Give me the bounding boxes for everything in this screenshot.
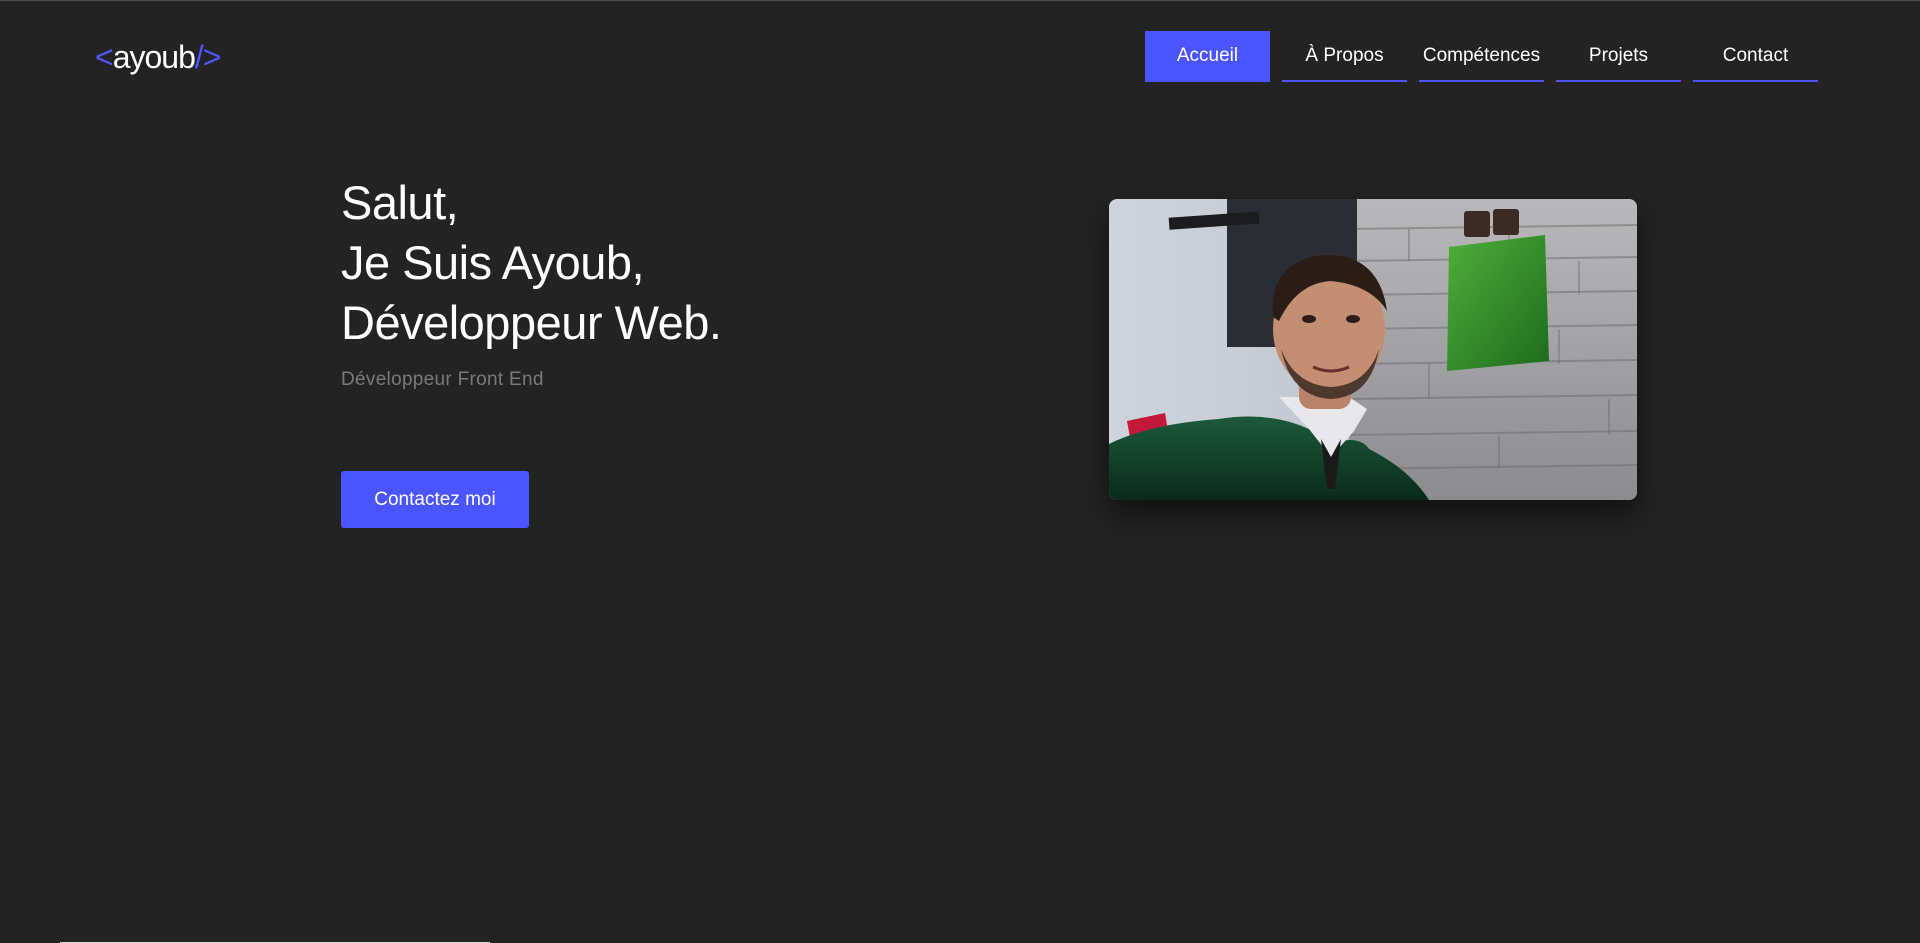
logo-name: ayoub bbox=[112, 39, 196, 75]
logo-close-bracket: /> bbox=[194, 39, 222, 75]
nav-item-accueil[interactable]: Accueil bbox=[1145, 31, 1270, 82]
nav-item-competences[interactable]: Compétences bbox=[1419, 31, 1544, 82]
hero-heading: Salut, Je Suis Ayoub, Développeur Web. bbox=[341, 173, 722, 353]
hero-intro: Salut, Je Suis Ayoub, Développeur Web. D… bbox=[341, 173, 722, 391]
logo-open-bracket: < bbox=[95, 39, 114, 75]
hero-greeting: Salut, bbox=[341, 176, 459, 229]
page: <ayoub/> Accueil À Propos Compétences Pr… bbox=[0, 0, 1920, 943]
nav-item-a-propos[interactable]: À Propos bbox=[1282, 31, 1407, 82]
nav-item-contact[interactable]: Contact bbox=[1693, 31, 1818, 82]
hero-subtitle: Développeur Front End bbox=[341, 369, 544, 390]
profile-photo bbox=[1109, 199, 1637, 500]
hero-role-line: Développeur Web. bbox=[341, 296, 722, 349]
hero-name-line: Je Suis Ayoub, bbox=[341, 236, 645, 289]
main-nav: Accueil À Propos Compétences Projets Con… bbox=[1145, 31, 1818, 82]
site-logo[interactable]: <ayoub/> bbox=[95, 37, 222, 77]
nav-item-projets[interactable]: Projets bbox=[1556, 31, 1681, 82]
contact-me-button[interactable]: Contactez moi bbox=[341, 471, 529, 528]
